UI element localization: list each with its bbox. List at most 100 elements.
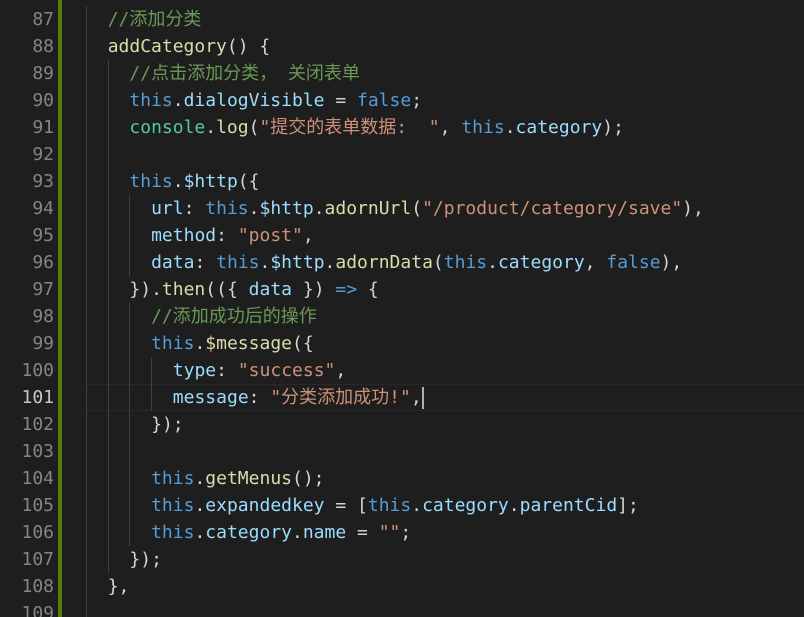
code-text: this.getMenus(); (151, 465, 324, 492)
line-number: 108 (21, 576, 54, 597)
code-line[interactable]: 104 this.getMenus(); (21, 465, 804, 492)
code-editor[interactable]: 87//添加分类 88 addCategory() {89//点击添加分类， 关闭表… (0, 0, 804, 617)
code-token: adornUrl (324, 198, 412, 219)
code-token: . (194, 468, 206, 489)
code-line[interactable]: 92 (32, 141, 804, 168)
code-token: ( (432, 252, 444, 273)
code-token: . (194, 333, 206, 354)
code-token: ( (237, 171, 249, 192)
code-line[interactable]: 96 data: this.$http.adornData(this.catego… (32, 249, 804, 276)
line-number: 97 (32, 279, 54, 300)
code-token: , (302, 225, 314, 246)
code-token: ( (411, 198, 423, 219)
code-token: { (226, 279, 249, 300)
line-number: 106 (21, 522, 54, 543)
line-number: 105 (21, 495, 54, 516)
code-line[interactable]: 105 this.expandedkey = [this.category.par… (21, 492, 804, 519)
code-line[interactable]: 101 message: "分类添加成功!", (21, 384, 804, 411)
code-line[interactable]: 88 addCategory() { (32, 33, 804, 60)
code-token: . (172, 90, 184, 111)
code-token: console (129, 117, 206, 138)
indent-guide (86, 87, 87, 114)
code-token: : (248, 387, 271, 408)
code-token: , (335, 360, 347, 381)
code-token: "/product/category/save" (422, 198, 683, 219)
code-token: ), (682, 198, 704, 219)
code-token: . (172, 171, 184, 192)
indent-guide (107, 195, 109, 222)
code-token: }); (129, 549, 162, 570)
indent-guide (107, 87, 109, 114)
code-line[interactable]: 102}); (21, 411, 804, 438)
code-token: $http (259, 198, 314, 219)
indent-guide (129, 492, 131, 519)
code-token: this (151, 522, 195, 543)
code-token: category (497, 252, 585, 273)
indent-guide (129, 195, 131, 222)
indent-guide (86, 438, 87, 465)
code-line[interactable]: 94 url: this.$http.adornUrl("/product/cat… (32, 195, 804, 222)
code-line[interactable]: 91 console.log("提交的表单数据: ", this.category… (32, 114, 804, 141)
indent-guide (107, 357, 109, 384)
indent-guide (107, 411, 109, 438)
code-token: this (216, 252, 260, 273)
code-token: }) (292, 279, 325, 300)
code-token: } (151, 414, 162, 435)
code-text: method: "post", (151, 222, 314, 249)
code-text: this.category.name = ""; (151, 519, 411, 546)
code-token: ), (660, 252, 683, 273)
code-line[interactable]: 108}, (21, 573, 804, 600)
code-token: . (504, 117, 516, 138)
code-token: . (205, 117, 217, 138)
line-number: 93 (32, 171, 54, 192)
code-text: //点击添加分类， 关闭表单 (129, 60, 360, 87)
code-token: (( (205, 279, 227, 300)
code-token: (); (292, 468, 325, 489)
code-line[interactable]: 90 this.dialogVisible = false; (32, 87, 804, 114)
code-token: { (367, 279, 379, 300)
code-text: this.$http({ (129, 168, 259, 195)
code-line[interactable]: 109 (21, 600, 804, 617)
code-token: . (411, 495, 423, 516)
code-token: //添加分类 (107, 9, 202, 30)
indent-guide (86, 222, 87, 249)
indent-guide (107, 330, 109, 357)
code-line[interactable]: 106 this.category.name = ""; (21, 519, 804, 546)
indent-guide (86, 384, 87, 411)
indent-guide (86, 600, 87, 617)
indent-guide (107, 114, 109, 141)
code-line[interactable]: 95 method: "post", (32, 222, 804, 249)
code-token: $http (183, 171, 238, 192)
code-line[interactable]: 93 this.$http({ (32, 168, 804, 195)
code-token: log (216, 117, 249, 138)
code-token: dialogVisible (183, 90, 325, 111)
code-area[interactable]: 87//添加分类 88 addCategory() {89//点击添加分类， 关闭表… (21, 0, 804, 617)
code-token: : (183, 198, 206, 219)
code-text: this.expandedkey = [this.category.parent… (151, 492, 639, 519)
indent-guide (129, 465, 131, 492)
indent-guide (107, 249, 109, 276)
code-token: , (584, 252, 607, 273)
code-line[interactable]: 97}).then(({ data }) => { (32, 276, 804, 303)
code-line[interactable]: 87 //添加分类 (32, 6, 804, 33)
code-token: ; (400, 522, 412, 543)
line-number: 100 (21, 360, 54, 381)
code-token: "提交的表单数据: " (259, 117, 440, 138)
code-line[interactable]: 98 //添加成功后的操作 (32, 303, 804, 330)
code-line[interactable]: 89 //点击添加分类， 关闭表单 (32, 60, 804, 87)
code-line[interactable]: 107}); (21, 546, 804, 573)
code-token: "success" (237, 360, 336, 381)
code-text: addCategory() { (108, 33, 271, 60)
code-line[interactable]: 99 this.$message({ (32, 330, 804, 357)
code-token: . (151, 279, 162, 300)
code-line[interactable]: 100 type: "success", (21, 357, 804, 384)
indent-guide (107, 384, 109, 411)
indent-guide (86, 6, 87, 33)
code-line[interactable]: 103 (21, 438, 804, 465)
indent-guide (86, 114, 87, 141)
code-token: "" (378, 522, 401, 543)
indent-guide (129, 357, 131, 384)
code-text: data: this.$http.adornData(this.category… (151, 249, 682, 276)
code-text: message: "分类添加成功!", (173, 384, 424, 411)
code-token: , (410, 387, 422, 408)
